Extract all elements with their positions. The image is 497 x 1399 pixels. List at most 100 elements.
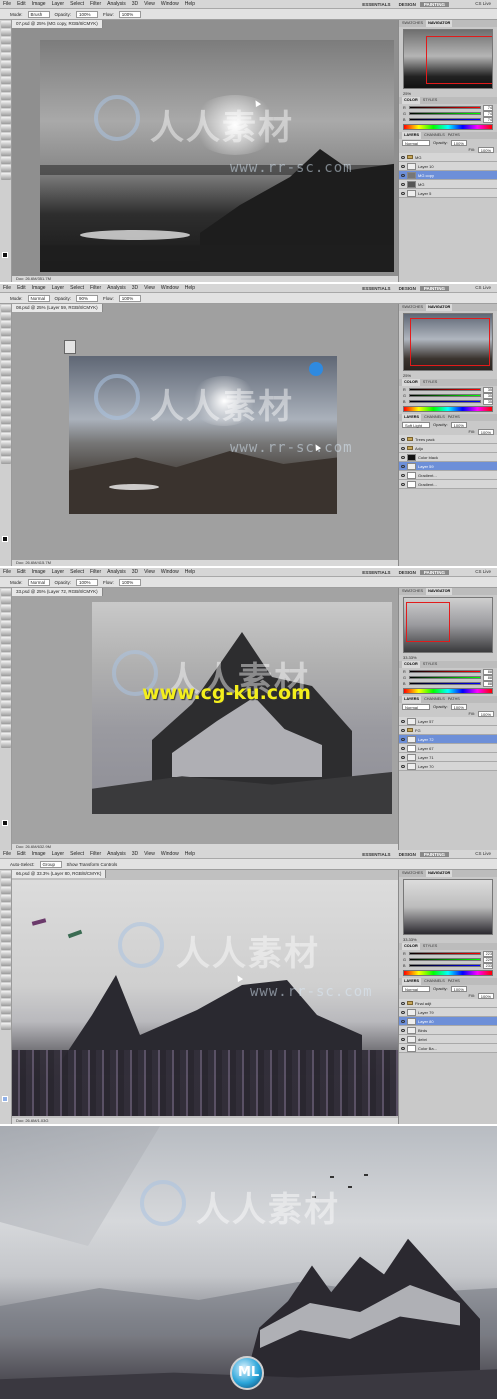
navigator-thumbnail[interactable] xyxy=(403,313,493,371)
shape-tool-icon[interactable] xyxy=(1,441,11,448)
pen-tool-icon[interactable] xyxy=(1,983,11,990)
layer-row[interactable]: Layer 10 xyxy=(399,162,497,171)
dodge-tool-icon[interactable] xyxy=(1,693,11,700)
menu-edit[interactable]: Edit xyxy=(14,851,29,857)
menu-view[interactable]: View xyxy=(141,569,158,575)
tab-layers[interactable]: LAYERS xyxy=(402,978,422,985)
menu-image[interactable]: Image xyxy=(29,569,49,575)
quick-select-tool-icon[interactable] xyxy=(1,45,11,52)
blur-tool-icon[interactable] xyxy=(1,685,11,692)
layer-row[interactable]: Final adjt xyxy=(399,999,497,1008)
layer-row[interactable]: Trees pack xyxy=(399,435,497,444)
tab-paths[interactable]: PATHS xyxy=(448,696,460,703)
foreground-color-swatch[interactable] xyxy=(2,536,8,542)
workspace-essentials[interactable]: ESSENTIALS xyxy=(358,2,394,7)
document-tab[interactable]: 66.psd @ 33.3% (Layer 80, RGB/8/CMYK) xyxy=(12,870,107,878)
history-brush-tool-icon[interactable] xyxy=(1,377,11,384)
tab-color[interactable]: COLOR xyxy=(402,97,420,104)
menu-file[interactable]: File xyxy=(0,1,14,7)
blur-tool-icon[interactable] xyxy=(1,117,11,124)
workspace-design[interactable]: DESIGN xyxy=(395,570,420,575)
layer-row[interactable]: Gradient... xyxy=(399,471,497,480)
menu-edit[interactable]: Edit xyxy=(14,569,29,575)
menu-window[interactable]: Window xyxy=(158,569,182,575)
document-window[interactable]: 08.psd @ 25% (Layer 59, RGB/8/CMYK) Doc:… xyxy=(12,304,398,566)
hand-tool-icon[interactable] xyxy=(1,449,11,456)
shape-tool-icon[interactable] xyxy=(1,1007,11,1014)
gradient-tool-icon[interactable] xyxy=(1,959,11,966)
menu-image[interactable]: Image xyxy=(29,1,49,7)
type-tool-icon[interactable] xyxy=(1,141,11,148)
tab-paths[interactable]: PATHS xyxy=(448,132,460,139)
workspace-design[interactable]: DESIGN xyxy=(395,286,420,291)
tab-layers[interactable]: LAYERS xyxy=(402,414,422,421)
crop-tool-icon[interactable] xyxy=(1,337,11,344)
visibility-eye-icon[interactable] xyxy=(401,719,405,723)
shape-tool-icon[interactable] xyxy=(1,725,11,732)
workspace-painting[interactable]: PAINTING xyxy=(419,286,449,291)
eyedropper-tool-icon[interactable] xyxy=(1,61,11,68)
navigator-thumbnail[interactable] xyxy=(403,29,493,89)
quick-select-tool-icon[interactable] xyxy=(1,613,11,620)
navigator-view-box[interactable] xyxy=(406,602,450,642)
color-slider-b[interactable]: B 35 xyxy=(403,398,493,405)
visibility-eye-icon[interactable] xyxy=(401,455,405,459)
zoom-tool-icon[interactable] xyxy=(1,173,11,180)
color-ramp[interactable] xyxy=(403,406,493,412)
document-tab[interactable]: 08.psd @ 25% (Layer 59, RGB/8/CMYK) xyxy=(12,304,103,312)
workspace-painting[interactable]: PAINTING xyxy=(419,570,449,575)
color-b-value[interactable]: 233 xyxy=(483,962,493,969)
menu-help[interactable]: Help xyxy=(182,1,198,7)
layer-row-selected[interactable]: Layer 72 xyxy=(399,735,497,744)
visibility-eye-icon[interactable] xyxy=(401,755,405,759)
pen-tool-icon[interactable] xyxy=(1,701,11,708)
navigator-thumbnail[interactable] xyxy=(403,597,493,653)
eyedropper-tool-icon[interactable] xyxy=(1,345,11,352)
clone-stamp-tool-icon[interactable] xyxy=(1,369,11,376)
visibility-eye-icon[interactable] xyxy=(401,473,405,477)
eraser-tool-icon[interactable] xyxy=(1,385,11,392)
visibility-eye-icon[interactable] xyxy=(401,482,405,486)
blend-mode-select[interactable]: Normal xyxy=(402,139,430,146)
color-slider-g[interactable]: G 35 xyxy=(403,392,493,399)
lasso-tool-icon[interactable] xyxy=(1,605,11,612)
layer-row-selected[interactable]: Layer 80 xyxy=(399,1017,497,1026)
visibility-eye-icon[interactable] xyxy=(401,1028,405,1032)
tab-navigator[interactable]: NAVIGATOR xyxy=(426,870,453,877)
type-tool-icon[interactable] xyxy=(1,991,11,998)
canvas-painting[interactable] xyxy=(12,880,398,1116)
healing-tool-icon[interactable] xyxy=(1,919,11,926)
tab-channels[interactable]: CHANNELS xyxy=(424,132,445,139)
tab-styles[interactable]: STYLES xyxy=(423,379,438,386)
foreground-color-swatch[interactable] xyxy=(2,252,8,258)
zoom-tool-icon[interactable] xyxy=(1,457,11,464)
layer-fill-field[interactable]: 100% xyxy=(477,146,494,153)
tab-styles[interactable]: STYLES xyxy=(423,661,438,668)
zoom-tool-icon[interactable] xyxy=(1,1023,11,1030)
menu-image[interactable]: Image xyxy=(29,285,49,291)
menu-view[interactable]: View xyxy=(141,285,158,291)
navigator-view-box[interactable] xyxy=(406,882,492,932)
workspace-design[interactable]: DESIGN xyxy=(395,2,420,7)
color-slider-r[interactable]: R 35 xyxy=(403,386,493,393)
visibility-eye-icon[interactable] xyxy=(401,1037,405,1041)
navigator-view-box[interactable] xyxy=(410,318,490,366)
healing-tool-icon[interactable] xyxy=(1,637,11,644)
layer-opacity-field[interactable]: 100% xyxy=(450,421,467,428)
lasso-tool-icon[interactable] xyxy=(1,887,11,894)
zoom-tool-icon[interactable] xyxy=(1,741,11,748)
workspace-painting[interactable]: PAINTING xyxy=(419,852,449,857)
dodge-tool-icon[interactable] xyxy=(1,975,11,982)
lasso-tool-icon[interactable] xyxy=(1,37,11,44)
menu-layer[interactable]: Layer xyxy=(49,569,68,575)
visibility-eye-icon[interactable] xyxy=(401,1001,405,1005)
document-window[interactable]: 66.psd @ 33.3% (Layer 80, RGB/8/CMYK) Do… xyxy=(12,870,398,1124)
menu-window[interactable]: Window xyxy=(158,851,182,857)
brush-tool-icon[interactable] xyxy=(1,77,11,84)
eraser-tool-icon[interactable] xyxy=(1,669,11,676)
layer-row[interactable]: Layer 79 xyxy=(399,1008,497,1017)
tab-color[interactable]: COLOR xyxy=(402,943,420,950)
menu-image[interactable]: Image xyxy=(29,851,49,857)
menu-3d[interactable]: 3D xyxy=(129,1,141,7)
document-window[interactable]: 07.psd @ 25% (MG copy, RGB/8/CMYK) Doc: … xyxy=(12,20,398,282)
